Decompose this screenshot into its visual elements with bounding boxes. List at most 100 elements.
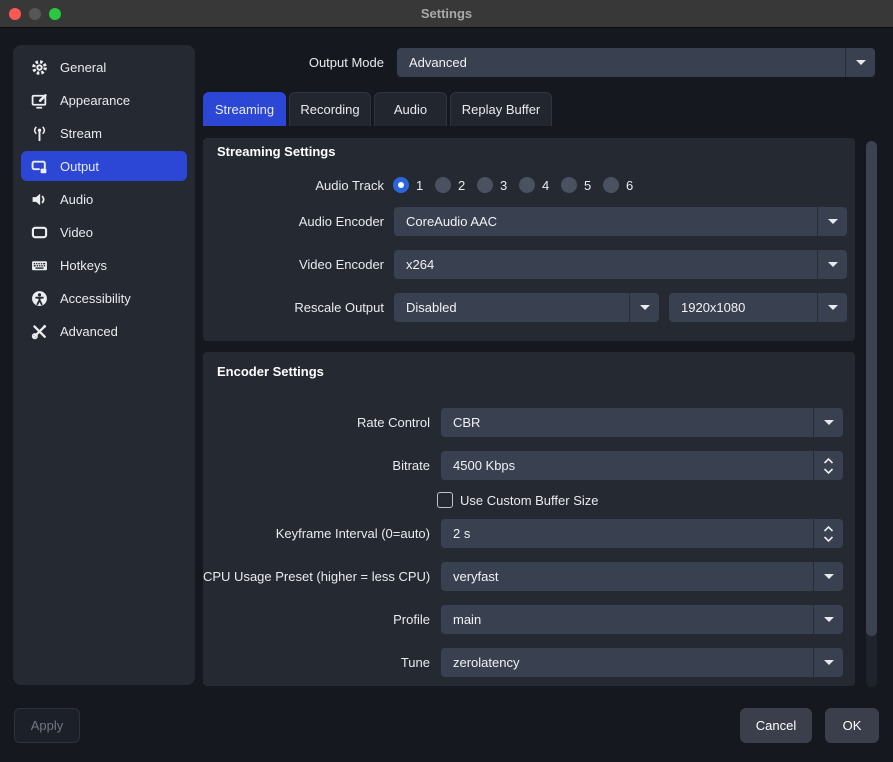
keyboard-icon bbox=[31, 257, 48, 274]
speaker-icon bbox=[31, 191, 48, 208]
sidebar-item-label: Stream bbox=[60, 126, 102, 141]
ok-button[interactable]: OK bbox=[825, 708, 879, 743]
spinner-buttons[interactable] bbox=[813, 451, 843, 480]
dropdown-arrow-section bbox=[813, 562, 843, 591]
display-icon bbox=[31, 224, 48, 241]
bitrate-spinbox[interactable]: 4500 Kbps bbox=[441, 451, 843, 480]
maximize-button[interactable] bbox=[49, 8, 61, 20]
window-title: Settings bbox=[421, 6, 472, 21]
audio-track-4[interactable]: 4 bbox=[519, 177, 561, 193]
sidebar-item-video[interactable]: Video bbox=[21, 217, 187, 247]
output-mode-select[interactable]: Advanced bbox=[397, 48, 875, 77]
settings-sidebar: General Appearance Stream Output Audio bbox=[13, 45, 195, 685]
use-custom-buffer-checkbox[interactable]: Use Custom Buffer Size bbox=[437, 492, 598, 508]
spinner-chevrons-icon bbox=[823, 525, 834, 543]
audio-track-1[interactable]: 1 bbox=[393, 177, 435, 193]
checkbox-icon bbox=[437, 492, 453, 508]
sidebar-item-appearance[interactable]: Appearance bbox=[21, 85, 187, 115]
radio-icon bbox=[477, 177, 493, 193]
rescale-resolution-value: 1920x1080 bbox=[669, 300, 817, 315]
audio-track-label: Audio Track bbox=[203, 171, 384, 200]
audio-track-radio-group: 1 2 3 4 5 6 bbox=[393, 177, 645, 193]
chevron-down-icon bbox=[824, 617, 834, 622]
output-displays-icon bbox=[31, 158, 48, 175]
tune-label: Tune bbox=[203, 648, 430, 677]
audio-track-5[interactable]: 5 bbox=[561, 177, 603, 193]
radio-label: 2 bbox=[458, 178, 465, 193]
sidebar-item-label: Video bbox=[60, 225, 93, 240]
profile-select[interactable]: main bbox=[441, 605, 843, 634]
radio-label: 3 bbox=[500, 178, 507, 193]
tab-label: Audio bbox=[394, 102, 427, 117]
spinner-buttons[interactable] bbox=[813, 519, 843, 548]
sidebar-item-output[interactable]: Output bbox=[21, 151, 187, 181]
ok-button-label: OK bbox=[843, 718, 862, 733]
tune-value: zerolatency bbox=[441, 655, 813, 670]
audio-encoder-select[interactable]: CoreAudio AAC bbox=[394, 207, 847, 236]
tune-select[interactable]: zerolatency bbox=[441, 648, 843, 677]
accessibility-icon bbox=[31, 290, 48, 307]
chevron-down-icon bbox=[828, 219, 838, 224]
tab-replay-buffer[interactable]: Replay Buffer bbox=[450, 92, 552, 126]
close-button[interactable] bbox=[9, 8, 21, 20]
chevron-down-icon bbox=[828, 262, 838, 267]
radio-label: 5 bbox=[584, 178, 591, 193]
radio-selected-icon bbox=[393, 177, 409, 193]
tab-audio[interactable]: Audio bbox=[374, 92, 447, 126]
radio-icon bbox=[561, 177, 577, 193]
cpu-usage-preset-select[interactable]: veryfast bbox=[441, 562, 843, 591]
radio-icon bbox=[519, 177, 535, 193]
dropdown-arrow-section bbox=[817, 250, 847, 279]
cpu-usage-preset-value: veryfast bbox=[441, 569, 813, 584]
bitrate-value: 4500 Kbps bbox=[441, 458, 813, 473]
cancel-button[interactable]: Cancel bbox=[740, 708, 812, 743]
video-encoder-select[interactable]: x264 bbox=[394, 250, 847, 279]
traffic-lights bbox=[9, 8, 61, 20]
sidebar-item-label: Accessibility bbox=[60, 291, 131, 306]
tab-label: Streaming bbox=[215, 102, 274, 117]
apply-button[interactable]: Apply bbox=[14, 708, 80, 743]
sidebar-item-label: Audio bbox=[60, 192, 93, 207]
cpu-usage-preset-label: CPU Usage Preset (higher = less CPU) bbox=[203, 562, 430, 591]
rescale-output-select[interactable]: Disabled bbox=[394, 293, 659, 322]
keyframe-interval-label: Keyframe Interval (0=auto) bbox=[203, 519, 430, 548]
chevron-down-icon bbox=[824, 660, 834, 665]
chevron-down-icon bbox=[856, 60, 866, 65]
scrollbar-track[interactable] bbox=[866, 141, 877, 687]
radio-icon bbox=[603, 177, 619, 193]
keyframe-interval-spinbox[interactable]: 2 s bbox=[441, 519, 843, 548]
checkbox-label: Use Custom Buffer Size bbox=[460, 493, 598, 508]
minimize-button bbox=[29, 8, 41, 20]
audio-track-6[interactable]: 6 bbox=[603, 177, 645, 193]
profile-value: main bbox=[441, 612, 813, 627]
sidebar-item-audio[interactable]: Audio bbox=[21, 184, 187, 214]
sidebar-item-accessibility[interactable]: Accessibility bbox=[21, 283, 187, 313]
sidebar-item-stream[interactable]: Stream bbox=[21, 118, 187, 148]
rate-control-label: Rate Control bbox=[203, 408, 430, 437]
sidebar-item-advanced[interactable]: Advanced bbox=[21, 316, 187, 346]
video-encoder-label: Video Encoder bbox=[203, 250, 384, 279]
tools-icon bbox=[31, 323, 48, 340]
tab-recording[interactable]: Recording bbox=[289, 92, 371, 126]
sidebar-item-general[interactable]: General bbox=[21, 52, 187, 82]
rate-control-select[interactable]: CBR bbox=[441, 408, 843, 437]
encoder-settings-header: Encoder Settings bbox=[217, 364, 324, 379]
audio-encoder-label: Audio Encoder bbox=[203, 207, 384, 236]
rescale-resolution-select[interactable]: 1920x1080 bbox=[669, 293, 847, 322]
dropdown-arrow-section bbox=[845, 48, 875, 77]
dropdown-arrow-section bbox=[813, 408, 843, 437]
sidebar-item-label: General bbox=[60, 60, 106, 75]
tab-label: Replay Buffer bbox=[462, 102, 541, 117]
sidebar-item-label: Advanced bbox=[60, 324, 118, 339]
dropdown-arrow-section bbox=[813, 605, 843, 634]
scrollbar-thumb[interactable] bbox=[866, 141, 877, 636]
audio-track-3[interactable]: 3 bbox=[477, 177, 519, 193]
rescale-output-value: Disabled bbox=[394, 300, 629, 315]
bitrate-label: Bitrate bbox=[203, 451, 430, 480]
audio-track-2[interactable]: 2 bbox=[435, 177, 477, 193]
gear-icon bbox=[31, 59, 48, 76]
cancel-button-label: Cancel bbox=[756, 718, 796, 733]
tab-streaming[interactable]: Streaming bbox=[203, 92, 286, 126]
sidebar-item-hotkeys[interactable]: Hotkeys bbox=[21, 250, 187, 280]
radio-label: 6 bbox=[626, 178, 633, 193]
